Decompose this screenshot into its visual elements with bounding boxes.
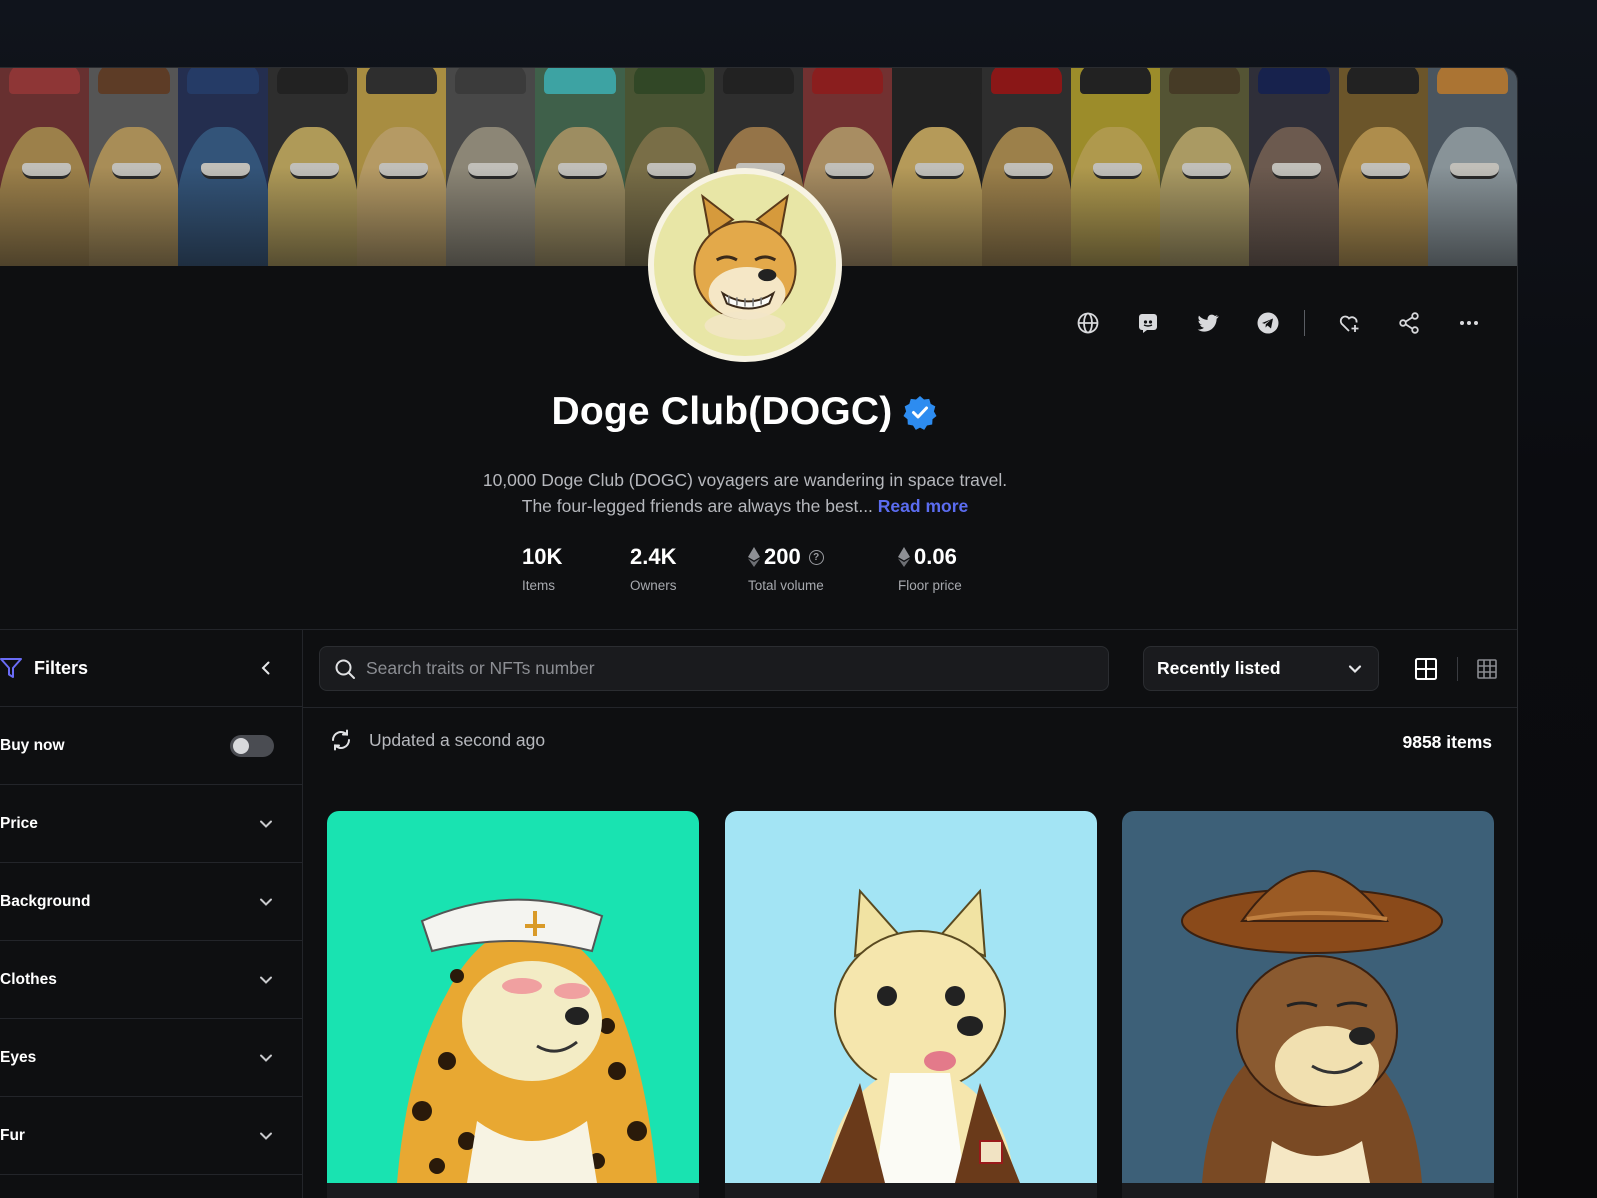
chevron-down-icon — [260, 1132, 272, 1140]
sort-selected: Recently listed — [1157, 658, 1281, 678]
stat-floor-price: 0.06 Floor price — [898, 544, 962, 593]
sort-dropdown[interactable]: Recently listed — [1143, 646, 1379, 691]
grid-small-icon — [1477, 659, 1497, 679]
collection-stats: 10K Items 2.4K Owners 200 ? Total volume… — [522, 544, 1008, 593]
collection-description: 10,000 Doge Club (DOGC) voyagers are wan… — [482, 470, 1008, 516]
collection-title: Doge Club(DOGC) — [551, 390, 893, 433]
buy-now-toggle[interactable] — [230, 734, 274, 757]
share-button[interactable] — [1379, 303, 1439, 343]
collection-actions — [1058, 303, 1499, 343]
grid-large-icon — [1415, 658, 1437, 680]
heart-plus-icon — [1339, 315, 1359, 332]
nft-image — [1122, 811, 1494, 1183]
more-icon — [1460, 321, 1478, 325]
filters-sidebar: Filters Buy now Price Background Clothes… — [0, 630, 303, 1198]
discord-icon — [1139, 314, 1157, 333]
filter-group-price[interactable]: Price — [0, 785, 302, 863]
share-icon — [1399, 312, 1419, 334]
website-button[interactable] — [1058, 303, 1118, 343]
help-icon[interactable]: ? — [808, 549, 824, 565]
small-grid-view-button[interactable] — [1471, 653, 1503, 685]
items-count: 9858 items — [1402, 732, 1492, 752]
collapse-filters-chevron-left-icon[interactable] — [258, 660, 274, 676]
filter-icon — [0, 658, 22, 678]
collection-title-row: Doge Club(DOGC) — [0, 390, 1490, 434]
filters-title: Filters — [34, 657, 89, 678]
nft-image — [327, 811, 699, 1183]
filter-group-background[interactable]: Background — [0, 863, 302, 941]
twitter-icon — [1197, 314, 1219, 332]
more-options-button[interactable] — [1439, 303, 1499, 343]
verified-badge-icon — [903, 396, 937, 430]
filter-group-eyes[interactable]: Eyes — [0, 1019, 302, 1097]
nft-card[interactable] — [327, 811, 699, 1198]
telegram-button[interactable] — [1238, 303, 1298, 343]
stat-items: 10K Items — [522, 544, 563, 593]
chevron-down-icon — [260, 820, 272, 828]
filters-header: Filters — [0, 630, 302, 707]
globe-icon — [1077, 312, 1099, 334]
chevron-down-icon — [260, 976, 272, 984]
filter-buy-now: Buy now — [0, 707, 302, 785]
read-more-link[interactable]: Read more — [878, 496, 968, 516]
chevron-down-icon — [260, 898, 272, 906]
search-icon — [335, 659, 355, 679]
search-bar — [319, 646, 1109, 691]
eth-icon — [748, 547, 760, 567]
nft-image — [725, 811, 1097, 1183]
filter-group-fur[interactable]: Fur — [0, 1097, 302, 1175]
eth-icon — [898, 547, 910, 567]
search-input[interactable] — [366, 658, 1066, 679]
collection-window: Doge Club(DOGC) 10,000 Doge Club (DOGC) … — [0, 67, 1518, 1198]
nft-card[interactable] — [1122, 811, 1494, 1198]
stat-total-volume: 200 ? Total volume — [748, 544, 824, 593]
chevron-down-icon — [260, 1054, 272, 1062]
refresh-icon[interactable] — [329, 728, 353, 752]
nft-card[interactable] — [725, 811, 1097, 1198]
twitter-button[interactable] — [1178, 303, 1238, 343]
collection-avatar — [648, 168, 842, 362]
large-grid-view-button[interactable] — [1410, 653, 1442, 685]
refresh-status: Updated a second ago — [329, 728, 545, 752]
stat-owners: 2.4K Owners — [630, 544, 677, 593]
telegram-icon — [1257, 312, 1279, 334]
doge-avatar-art — [693, 193, 797, 340]
chevron-down-icon — [1348, 664, 1362, 673]
discord-button[interactable] — [1118, 303, 1178, 343]
filter-group-clothes[interactable]: Clothes — [0, 941, 302, 1019]
watchlist-button[interactable] — [1319, 303, 1379, 343]
